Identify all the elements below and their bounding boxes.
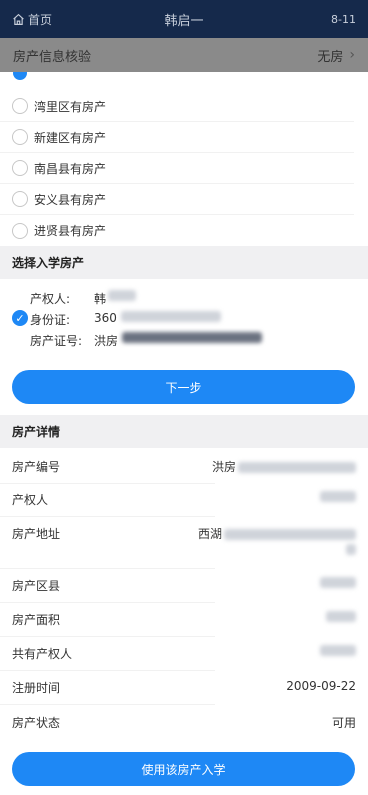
next-step-button[interactable]: 下一步 [12,370,355,404]
radio-option[interactable]: 进贤县有房产 [0,215,354,246]
detail-label: 房产状态 [12,716,61,730]
redacted-text [108,290,137,301]
cert-line: 房产证号: 洪房 [30,332,263,349]
detail-label: 产权人 [12,493,49,507]
reg-time-value: 2009-09-22 [286,679,356,693]
redacted-text [120,311,221,322]
owner-value: 韩 [94,292,107,306]
radio-option[interactable]: 安义县有房产 [0,184,354,215]
date-text: 8-11 [331,12,356,26]
detail-label: 房产地址 [12,527,61,541]
radio-option[interactable]: 湾里区有房产 [0,91,354,122]
status-value: 可用 [331,716,356,730]
divider [0,636,215,637]
redacted-text [346,544,356,555]
home-label: 首页 [28,12,53,27]
radio-option[interactable]: 新建区有房产 [0,122,354,153]
radio-circle-icon[interactable] [12,98,28,114]
detail-label: 共有产权人 [12,647,73,661]
home-link[interactable]: 首页 [12,11,132,28]
detail-label: 房产面积 [12,613,61,627]
house-detail-section-title: 房产详情 [0,415,368,448]
detail-row-area: 房产面积 [12,611,356,628]
cert-label: 房产证号: [30,334,83,348]
owner-label: 产权人: [30,292,71,306]
redacted-text [122,332,263,343]
id-value: 360 [94,311,117,325]
radio-label: 新建区有房产 [34,130,107,145]
radio-circle-icon[interactable] [12,160,28,176]
divider [0,602,215,603]
house-detail-list: 房产编号 洪房 产权人 房产地址 西湖 房产区县 房产面积 共有产权人 注册时间… [0,448,368,743]
page-title: 韩启一 [164,13,204,29]
divider [0,516,215,517]
home-icon [13,13,24,25]
verify-label: 房产信息核验 [13,49,92,65]
radio-label: 安义县有房产 [34,192,107,207]
radio-circle-icon[interactable] [12,129,28,145]
verify-value: 无房 [317,49,344,65]
redacted-text [320,645,356,656]
detail-row-house-no: 房产编号 洪房 [12,458,356,475]
house-no-value: 洪房 [211,460,236,474]
detail-row-reg-time: 注册时间 2009-09-22 [12,679,356,696]
redacted-text [326,611,356,622]
detail-row-status: 房产状态 可用 [12,714,356,731]
redacted-text [320,577,356,588]
checkmark-icon[interactable]: ✓ [12,310,28,326]
radio-label: 进贤县有房产 [34,224,107,238]
address-value: 西湖 [197,527,222,541]
radio-circle-icon[interactable] [12,191,28,207]
detail-row-co-owner: 共有产权人 [12,645,356,662]
divider [0,483,215,484]
radio-label: 南昌县有房产 [34,161,107,176]
radio-option[interactable]: 南昌县有房产 [0,153,354,184]
cert-value: 洪房 [94,334,119,348]
top-bar: 首页 韩启一 8-11 [0,0,368,38]
detail-label: 注册时间 [12,681,61,695]
detail-value: 洪房 [212,458,356,475]
detail-row-address: 房产地址 西湖 [12,525,356,542]
radio-label: 湾里区有房产 [34,99,107,114]
detail-row-district: 房产区县 [12,577,356,594]
owner-line: 产权人: 韩 [30,290,137,307]
use-house-button[interactable]: 使用该房产入学 [12,752,355,786]
house-verify-bar[interactable]: 房产信息核验 无房 › [0,38,368,72]
id-line: 身份证: 360 [30,311,221,328]
detail-label: 房产编号 [12,460,61,474]
detail-row-address-cont [12,544,356,555]
radio-checked-icon [13,72,27,80]
detail-value: 西湖 [198,525,356,542]
select-house-section-title: 选择入学房产 [0,246,368,279]
divider [0,568,215,569]
partial-radio-row [0,72,368,84]
chevron-right-icon: › [349,47,355,63]
district-radio-list: 湾里区有房产 新建区有房产 南昌县有房产 安义县有房产 进贤县有房产 [0,91,368,246]
redacted-text [224,529,356,540]
divider [0,704,215,705]
redacted-text [320,491,356,502]
divider [0,670,215,671]
detail-row-owner: 产权人 [12,491,356,508]
house-owner-card[interactable]: 产权人: 韩 ✓ 身份证: 360 房产证号: 洪房 [0,280,368,352]
id-label: 身份证: [30,313,71,327]
radio-circle-icon[interactable] [12,222,28,239]
detail-label: 房产区县 [12,579,61,593]
redacted-text [238,462,356,473]
